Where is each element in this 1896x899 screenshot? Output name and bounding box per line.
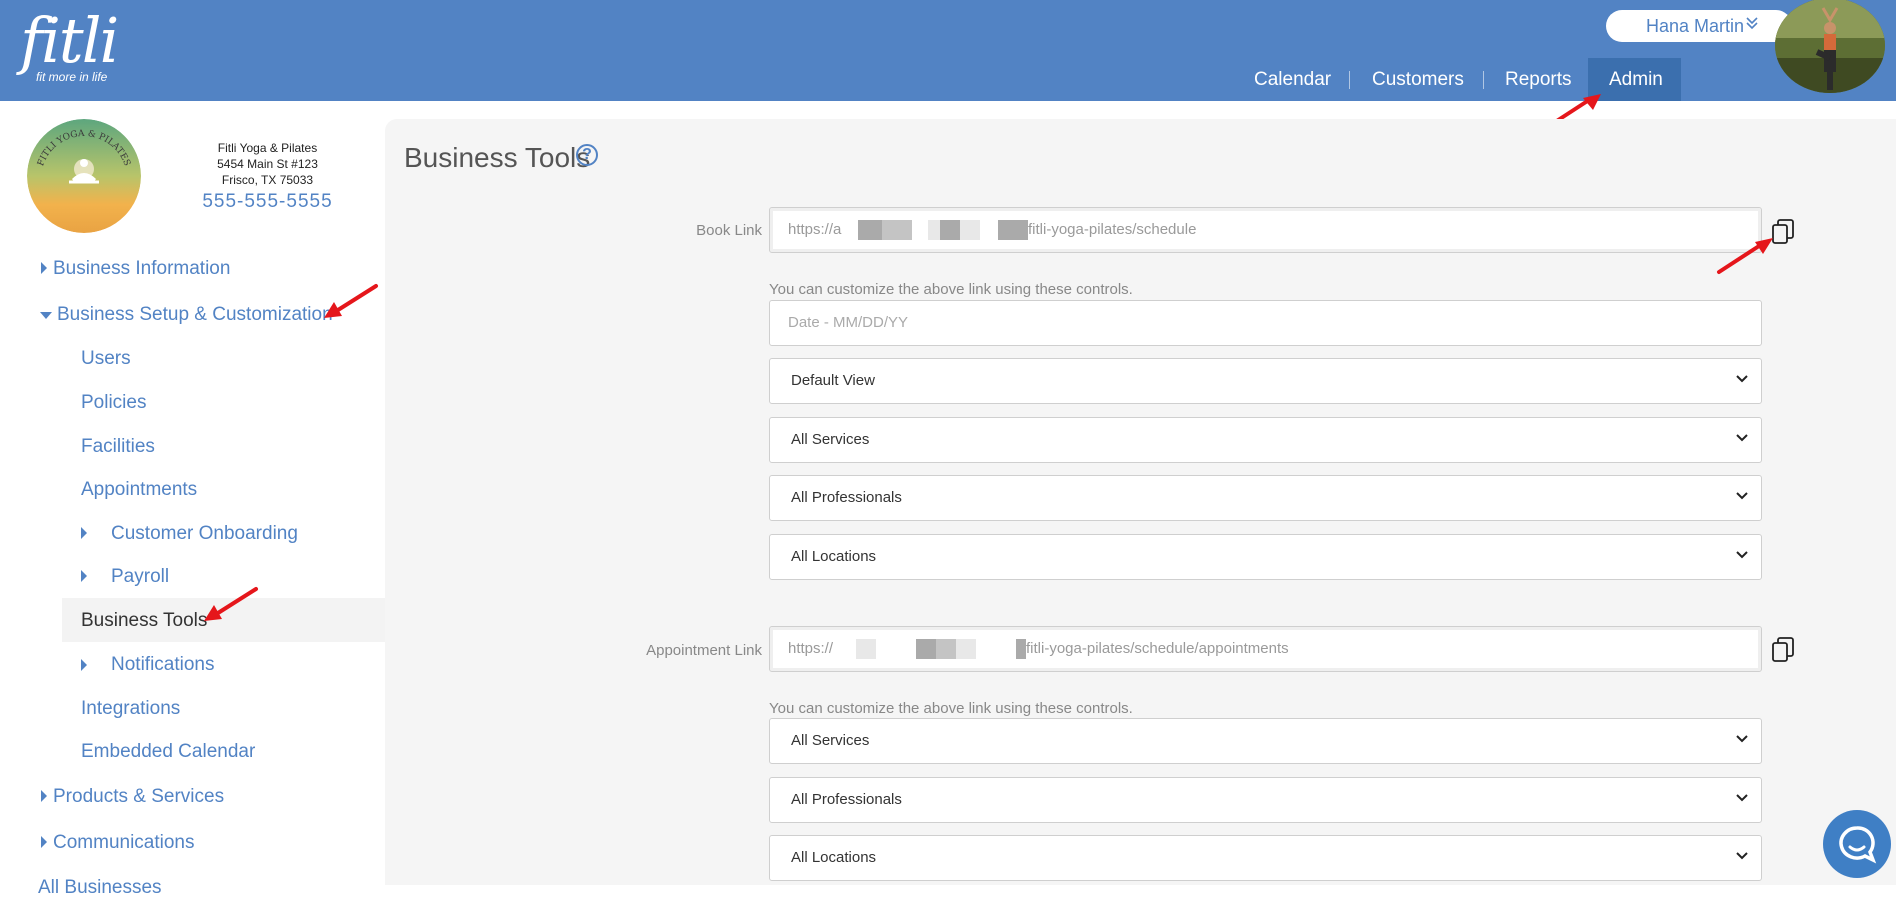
user-menu[interactable]: Hana Martin <box>1606 10 1792 42</box>
chevron-down-icon <box>1736 492 1748 500</box>
redacted-block <box>928 220 940 240</box>
business-address-line1: 5454 Main St #123 <box>217 157 318 171</box>
caret-right-icon <box>41 262 47 274</box>
redacted-block <box>882 220 912 240</box>
annotation-arrow-setup <box>324 284 378 318</box>
caret-right-icon <box>81 659 87 671</box>
business-address-line2: Frisco, TX 75033 <box>221 173 314 187</box>
locations-select[interactable]: All Locations <box>769 534 1762 580</box>
chevron-down-icon <box>1736 551 1748 559</box>
sidebar-item-business-setup[interactable]: Business Setup & Customization <box>57 304 333 326</box>
appointment-link-field[interactable]: https:// fitli-yoga-pilates/schedule/app… <box>769 626 1762 672</box>
help-icon[interactable]: ? <box>576 144 598 166</box>
sidebar-item-business-tools[interactable]: Business Tools <box>81 610 207 632</box>
nav-divider <box>1349 71 1350 89</box>
chat-icon <box>1839 826 1877 864</box>
sidebar-item-appointments[interactable]: Appointments <box>81 479 197 501</box>
appointment-link-label: Appointment Link <box>646 642 762 659</box>
chevron-down-icon <box>1736 735 1748 743</box>
sidebar-item-facilities[interactable]: Facilities <box>81 436 155 458</box>
sidebar-item-users[interactable]: Users <box>81 348 131 370</box>
book-link-suffix: fitli-yoga-pilates/schedule <box>1028 221 1197 238</box>
appointment-link-suffix: fitli-yoga-pilates/schedule/appointments <box>1026 640 1289 657</box>
sidebar-item-business-information[interactable]: Business Information <box>53 258 230 280</box>
chat-button[interactable] <box>1823 810 1891 878</box>
redacted-block <box>916 639 936 659</box>
annotation-arrow-business-tools <box>204 587 258 621</box>
professionals-select[interactable]: All Professionals <box>769 475 1762 521</box>
sidebar-item-payroll[interactable]: Payroll <box>111 566 169 588</box>
caret-down-icon <box>40 312 52 319</box>
top-header: fitli fit more in life Hana Martin Calen… <box>0 0 1896 101</box>
caret-right-icon <box>81 570 87 582</box>
date-placeholder: Date - MM/DD/YY <box>788 314 909 331</box>
main-nav: Calendar Customers Reports Admin <box>0 58 1896 101</box>
default-view-select[interactable]: Default View <box>769 358 1762 404</box>
book-link-field[interactable]: https://a fitli-yoga-pilates/schedule <box>769 207 1762 253</box>
caret-right-icon <box>81 527 87 539</box>
chevron-down-icon <box>1736 852 1748 860</box>
annotation-arrow-copy <box>1717 238 1773 274</box>
appointment-professionals-select[interactable]: All Professionals <box>769 777 1762 823</box>
appointment-locations-select[interactable]: All Locations <box>769 835 1762 881</box>
redacted-block <box>940 220 960 240</box>
copy-icon[interactable] <box>1771 636 1797 664</box>
redacted-block <box>936 639 956 659</box>
caret-right-icon <box>41 836 47 848</box>
redacted-block <box>856 639 876 659</box>
chevron-down-icon <box>1736 434 1748 442</box>
sidebar-item-products-services[interactable]: Products & Services <box>53 786 224 808</box>
locations-value: All Locations <box>791 548 877 565</box>
sidebar-item-all-businesses[interactable]: All Businesses <box>38 877 162 899</box>
nav-calendar[interactable]: Calendar <box>1254 58 1331 101</box>
nav-admin[interactable]: Admin <box>1609 58 1663 101</box>
nav-customers[interactable]: Customers <box>1372 58 1464 101</box>
page-title: Business Tools <box>404 142 591 173</box>
default-view-value: Default View <box>791 372 875 389</box>
nav-divider <box>1483 71 1484 89</box>
appointment-services-value: All Services <box>791 732 870 749</box>
date-input[interactable]: Date - MM/DD/YY <box>769 300 1762 346</box>
appointment-link-prefix: https:// <box>788 640 834 657</box>
sidebar-item-integrations[interactable]: Integrations <box>81 698 180 720</box>
appointment-link-helper: You can customize the above link using t… <box>769 700 1133 717</box>
book-link-label: Book Link <box>696 222 762 239</box>
sidebar-item-customer-onboarding[interactable]: Customer Onboarding <box>111 523 298 545</box>
redacted-block <box>998 220 1028 240</box>
business-contact: Fitli Yoga & Pilates 5454 Main St #123 F… <box>190 140 345 213</box>
appointment-professionals-value: All Professionals <box>791 791 902 808</box>
appointment-services-select[interactable]: All Services <box>769 718 1762 764</box>
business-phone[interactable]: 555-555-5555 <box>190 191 345 213</box>
user-name: Hana Martin <box>1646 16 1745 36</box>
book-link-prefix: https://a <box>788 221 842 238</box>
caret-right-icon <box>41 790 47 802</box>
business-name: Fitli Yoga & Pilates <box>217 141 318 155</box>
appointment-locations-value: All Locations <box>791 849 877 866</box>
double-chevron-down-icon <box>1746 16 1758 33</box>
book-link-helper: You can customize the above link using t… <box>769 281 1133 298</box>
redacted-block <box>960 220 980 240</box>
sidebar-item-communications[interactable]: Communications <box>53 832 195 854</box>
services-value: All Services <box>791 431 870 448</box>
sidebar-item-notifications[interactable]: Notifications <box>111 654 215 676</box>
sidebar-item-embedded-calendar[interactable]: Embedded Calendar <box>81 741 255 763</box>
chevron-down-icon <box>1736 794 1748 802</box>
sidebar-item-policies[interactable]: Policies <box>81 392 146 414</box>
services-select[interactable]: All Services <box>769 417 1762 463</box>
business-logo: FITLI YOGA & PILATES <box>27 119 141 233</box>
professionals-value: All Professionals <box>791 489 902 506</box>
redacted-block <box>858 220 882 240</box>
redacted-block <box>1016 639 1026 659</box>
redacted-block <box>956 639 976 659</box>
chevron-down-icon <box>1736 375 1748 383</box>
